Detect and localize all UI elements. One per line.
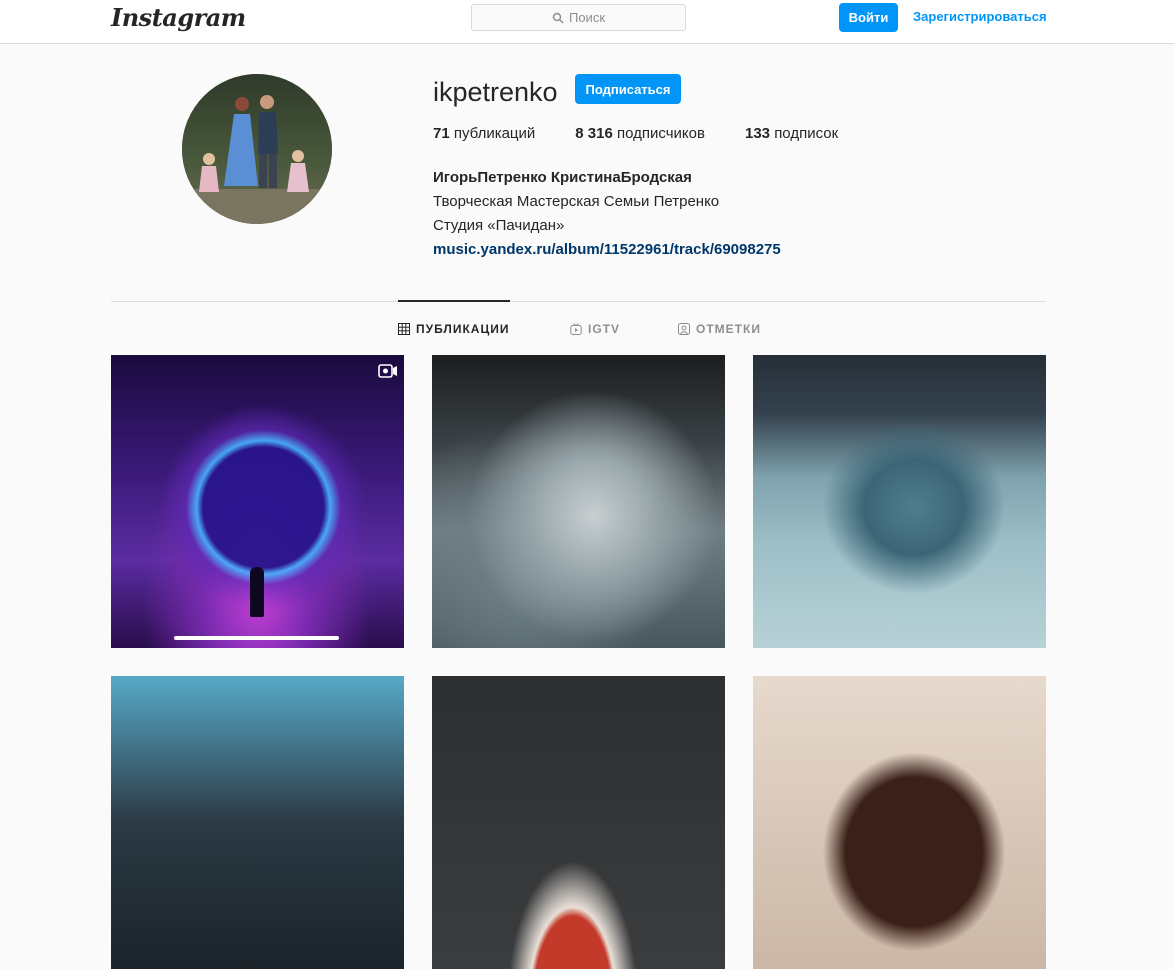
- tab-tagged-label: ОТМЕТКИ: [696, 322, 761, 336]
- profile-bio: ИгорьПетренко КристинаБродская Творческа…: [433, 166, 781, 262]
- tabs-divider: [111, 301, 1046, 302]
- followers-label: подписчиков: [617, 125, 705, 142]
- post-tile[interactable]: [753, 355, 1046, 648]
- tab-tagged[interactable]: ОТМЕТКИ: [678, 322, 761, 336]
- posts-stat[interactable]: 71 публикаций: [433, 125, 535, 143]
- follow-button[interactable]: Подписаться: [575, 74, 681, 104]
- tab-posts[interactable]: ПУБЛИКАЦИИ: [398, 322, 509, 336]
- instagram-logo[interactable]: Instagram: [111, 3, 246, 33]
- bio-link[interactable]: music.yandex.ru/album/11522961/track/690…: [433, 238, 781, 262]
- tab-igtv[interactable]: IGTV: [570, 322, 620, 336]
- bio-line-1: Творческая Мастерская Семьи Петренко: [433, 193, 720, 210]
- grid-icon: [398, 323, 410, 335]
- post-tile[interactable]: [432, 355, 725, 648]
- bio-line-2: Студия «Пачидан»: [433, 217, 565, 234]
- search-input[interactable]: Поиск: [471, 4, 686, 31]
- silhouette-figure: [250, 567, 264, 617]
- igtv-badge-icon: [378, 364, 397, 378]
- tagged-icon: [678, 323, 690, 335]
- following-stat[interactable]: 133 подписок: [745, 125, 838, 143]
- top-nav: Instagram Поиск Войти Зарегистрироваться: [0, 0, 1174, 44]
- followers-count: 8 316: [575, 125, 613, 142]
- igtv-icon: [570, 323, 582, 335]
- post-tile[interactable]: [111, 355, 404, 648]
- profile-full-name: ИгорьПетренко КристинаБродская: [433, 169, 692, 186]
- active-tab-indicator: [398, 300, 510, 302]
- family-photo: [182, 74, 332, 224]
- following-count: 133: [744, 125, 771, 142]
- following-label: подписок: [774, 125, 839, 142]
- tab-posts-label: ПУБЛИКАЦИИ: [416, 322, 510, 336]
- login-button[interactable]: Войти: [839, 3, 898, 32]
- profile-avatar: [182, 74, 332, 224]
- video-progress-bar: [174, 636, 339, 640]
- posts-count: 71: [433, 125, 450, 142]
- followers-stat[interactable]: 8 316 подписчиков: [575, 125, 705, 143]
- search-icon: [552, 12, 564, 24]
- profile-stats: 71 публикаций 8 316 подписчиков 133 подп…: [433, 125, 878, 143]
- search-placeholder: Поиск: [568, 10, 606, 25]
- profile-username: ikpetrenko: [433, 77, 558, 107]
- tab-igtv-label: IGTV: [588, 322, 621, 336]
- posts-label: публикаций: [453, 125, 536, 142]
- signup-link[interactable]: Зарегистрироваться: [913, 9, 1047, 24]
